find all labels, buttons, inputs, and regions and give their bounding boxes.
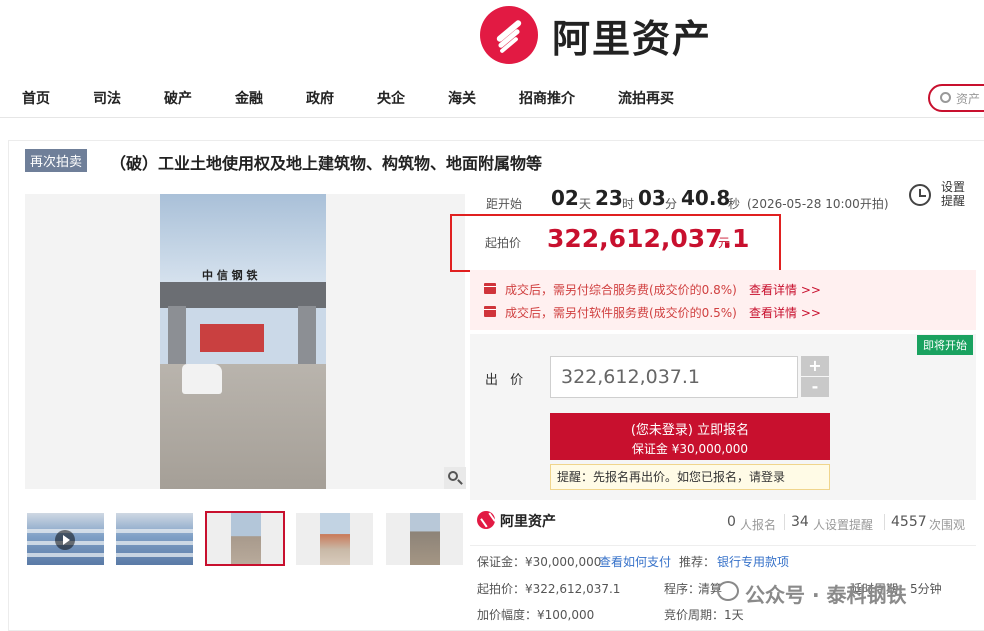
start-price-info: 起拍价：¥322,612,037.1	[477, 582, 621, 596]
logo-icon	[480, 6, 538, 64]
fee-detail-link[interactable]: 查看详情 >>	[749, 281, 821, 298]
countdown-seconds: 40.8	[681, 186, 731, 210]
countdown-unit: 天	[579, 197, 592, 211]
search-input[interactable]: 资产	[928, 84, 984, 112]
countdown-unit: 时	[622, 197, 635, 211]
deposit-info: 保证金：¥30,000,000	[477, 555, 602, 569]
countdown-hours: 23	[595, 186, 623, 210]
reminder-count-label: 人设置提醒	[813, 518, 874, 532]
signup-count: 0	[727, 514, 736, 530]
fee-detail-link[interactable]: 查看详情 >>	[749, 304, 821, 321]
reauction-badge: 再次拍卖	[25, 149, 88, 172]
page-title: （破）工业土地使用权及地上建筑物、构筑物、地面附属物等	[110, 154, 543, 173]
thumbnail-image[interactable]	[116, 513, 193, 565]
gift-icon	[484, 283, 496, 294]
reminder-count: 34	[791, 514, 809, 530]
logo-text: 阿里资产	[552, 16, 713, 61]
thumbnail-image-selected[interactable]	[205, 511, 285, 566]
gift-icon	[484, 306, 496, 317]
search-icon	[940, 92, 951, 103]
wechat-icon	[717, 581, 739, 601]
view-count: 4557	[891, 514, 927, 530]
login-tip: 提醒：先报名再出价。如您已报名，请登录	[550, 464, 830, 490]
increase-bid-button[interactable]: +	[801, 356, 829, 376]
clock-icon	[909, 184, 931, 206]
main-photo[interactable]: 中 信 钢 铁	[160, 194, 326, 489]
play-icon	[55, 530, 75, 550]
start-price-label: 起拍价	[485, 236, 522, 250]
countdown-days: 02	[551, 186, 579, 210]
nav-item-investment[interactable]: 招商推介	[519, 88, 575, 108]
countdown-unit: 秒	[728, 197, 741, 211]
nav-item-home[interactable]: 首页	[22, 88, 50, 108]
countdown-label: 距开始	[486, 197, 523, 211]
nav-item-customs[interactable]: 海关	[448, 88, 476, 108]
start-time: (2026-05-28 10:00开拍)	[747, 197, 889, 211]
watermark: 公众号 · 泰科钢铁	[745, 583, 907, 607]
search-placeholder: 资产	[956, 92, 981, 106]
nav-item-rebuy[interactable]: 流拍再买	[618, 88, 674, 108]
nav-item-soe[interactable]: 央企	[377, 88, 405, 108]
decrease-bid-button[interactable]: -	[801, 377, 829, 397]
nav-item-bankruptcy[interactable]: 破产	[164, 88, 192, 108]
cycle-info: 竞价周期：1天	[664, 608, 744, 622]
nav-item-judicial[interactable]: 司法	[93, 88, 121, 108]
status-badge: 即将开始	[917, 335, 973, 355]
procedure-label: 程序：	[664, 582, 701, 596]
main-nav: 首页 司法 破产 金融 政府 央企 海关 招商推介 流拍再买	[0, 78, 984, 118]
bid-label: 出 价	[485, 373, 528, 388]
bid-amount-input[interactable]	[550, 356, 798, 398]
how-to-pay-link[interactable]: 查看如何支付	[599, 553, 671, 570]
bank-loan-link[interactable]: 银行专用款项	[717, 553, 789, 570]
view-count-label: 次围观	[929, 518, 966, 532]
nav-item-finance[interactable]: 金融	[235, 88, 263, 108]
increment-info: 加价幅度：¥100,000	[477, 608, 595, 622]
fee-notice	[470, 270, 976, 330]
brand-logo-icon	[477, 511, 495, 529]
photo-sign-text: 中 信 钢 铁	[202, 269, 258, 282]
site-logo[interactable]: 阿里资产	[480, 6, 712, 64]
countdown-minutes: 03	[638, 186, 666, 210]
thumbnail-video[interactable]	[27, 513, 104, 565]
reminder-label: 设置提醒	[941, 180, 966, 208]
thumbnail-image[interactable]	[386, 513, 463, 565]
brand-name: 阿里资产	[500, 514, 556, 530]
countdown-unit: 分	[665, 197, 678, 211]
recommend-label: 推荐：	[679, 555, 716, 569]
signup-button[interactable]: (您未登录) 立即报名 保证金 ¥30,000,000	[550, 413, 830, 460]
zoom-icon[interactable]	[444, 467, 466, 489]
currency-unit: 元	[718, 236, 731, 250]
signup-count-label: 人报名	[740, 518, 777, 532]
thumbnail-image[interactable]	[296, 513, 373, 565]
nav-item-government[interactable]: 政府	[306, 88, 334, 108]
